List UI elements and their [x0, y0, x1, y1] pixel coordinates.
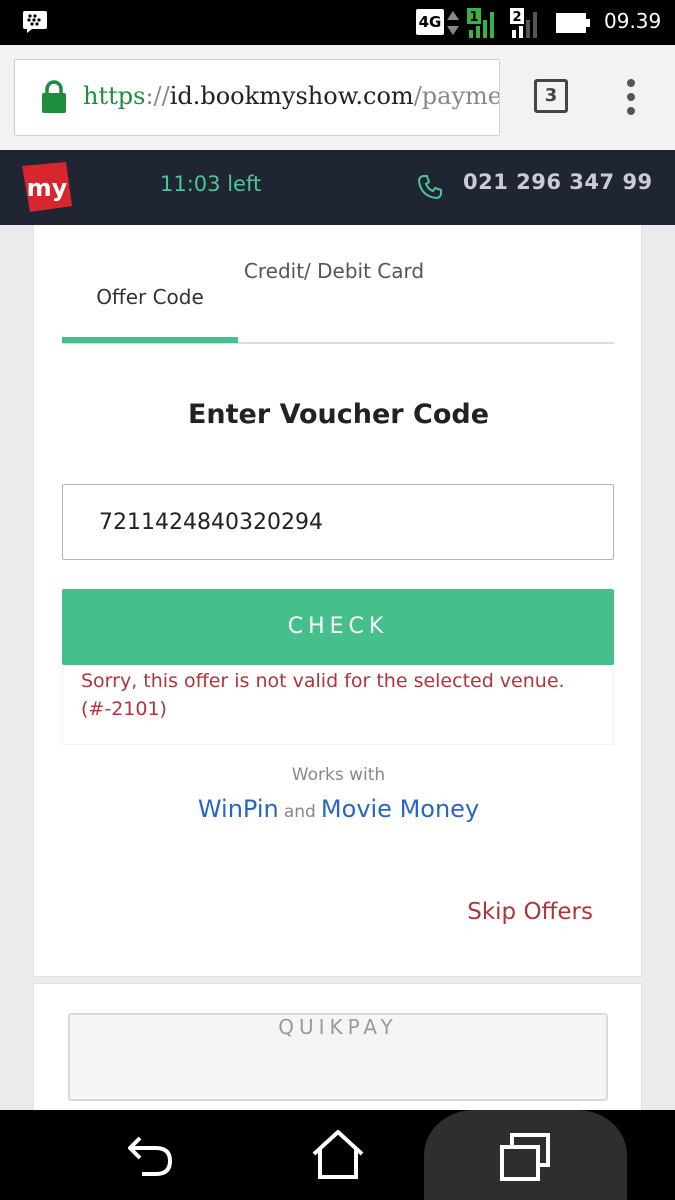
support-phone[interactable]: 021 296 347 99 — [463, 170, 653, 194]
url-path: /payme — [413, 82, 500, 110]
tab-switcher-button[interactable]: 3 — [534, 79, 568, 113]
signal-sim1-icon: 1 — [467, 8, 494, 38]
tab-credit-debit-card[interactable]: Credit/ Debit Card — [238, 257, 430, 285]
network-type-badge: 4G — [416, 9, 444, 35]
url-host: id.bookmyshow.com — [169, 82, 414, 110]
data-activity-icon — [447, 11, 459, 35]
battery-icon — [556, 13, 590, 33]
recent-apps-icon[interactable] — [498, 1132, 552, 1182]
winpin-link[interactable]: WinPin — [198, 795, 279, 823]
bookmyshow-logo[interactable]: my — [22, 162, 72, 212]
works-with-label: Works with — [291, 765, 386, 785]
status-bar: 4G 1 2 09.39 — [0, 0, 675, 45]
tab-offer-code[interactable]: Offer Code — [62, 285, 238, 309]
signal-sim2-icon: 2 — [510, 8, 537, 38]
sim1-label: 1 — [469, 10, 478, 25]
overflow-menu-icon[interactable] — [622, 79, 640, 115]
voucher-heading: Enter Voucher Code — [187, 399, 490, 430]
home-icon[interactable] — [311, 1128, 365, 1180]
error-message: Sorry, this offer is not valid for the s… — [81, 670, 565, 720]
lock-icon — [42, 80, 66, 113]
skip-offers-link[interactable]: Skip Offers — [467, 899, 593, 925]
sim2-label: 2 — [512, 10, 521, 25]
url-text[interactable]: https://id.bookmyshow.com/payme — [83, 82, 500, 110]
app-header: my 11:03 left 021 296 347 99 — [0, 150, 675, 225]
quikpay-card: QUIKPAY — [33, 983, 642, 1113]
check-button[interactable]: CHECK — [62, 589, 614, 665]
works-with-brands: WinPin and Movie Money — [34, 795, 643, 823]
address-bar[interactable]: https://id.bookmyshow.com/payme — [14, 59, 500, 136]
system-nav-bar — [0, 1110, 675, 1200]
clock: 09.39 — [604, 9, 662, 33]
phone-icon — [417, 175, 442, 200]
browser-toolbar: https://id.bookmyshow.com/payme 3 — [0, 45, 675, 150]
movie-money-link[interactable]: Movie Money — [321, 795, 479, 823]
active-tab-indicator — [62, 337, 238, 343]
back-icon[interactable] — [126, 1132, 176, 1178]
voucher-code-input[interactable] — [62, 484, 614, 560]
quikpay-button[interactable]: QUIKPAY — [68, 1013, 608, 1101]
and-text: and — [283, 802, 316, 822]
logo-text: my — [27, 174, 68, 202]
error-message-box: Sorry, this offer is not valid for the s… — [62, 665, 614, 745]
url-separator: :// — [145, 82, 170, 110]
bbm-icon — [23, 11, 47, 33]
offer-card: Offer Code Credit/ Debit Card Enter Vouc… — [33, 225, 642, 977]
session-timer: 11:03 left — [160, 172, 262, 196]
url-scheme: https — [83, 82, 146, 110]
